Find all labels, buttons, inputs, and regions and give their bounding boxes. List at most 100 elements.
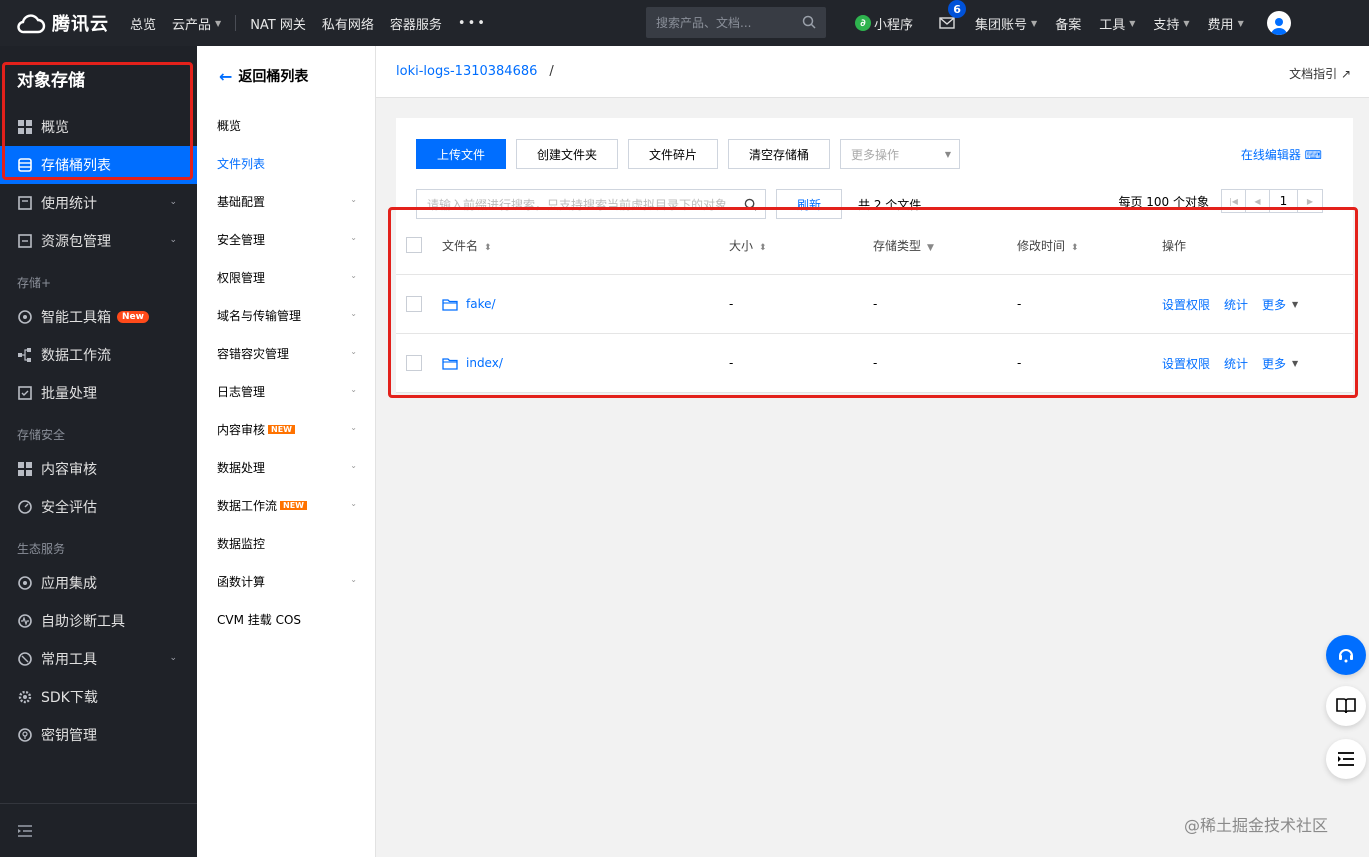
chevron-down-icon: ⌄ (169, 197, 177, 207)
subnav-item-file-list[interactable]: 文件列表 (197, 144, 375, 182)
sidebar-item-overview[interactable]: 概览 (0, 108, 197, 146)
sidebar-item-security-eval[interactable]: 安全评估 (0, 488, 197, 526)
subnav-item-content-audit[interactable]: 内容审核 NEW ⌄ (197, 410, 375, 448)
more-menu[interactable]: 更多 ▼ (1262, 355, 1298, 372)
sidebar-item-app-integration[interactable]: 应用集成 (0, 564, 197, 602)
chevron-down-icon: ⌄ (350, 423, 357, 432)
book-icon (1336, 698, 1356, 714)
nav-container[interactable]: 容器服务 (382, 14, 450, 33)
doc-guide-link[interactable]: 文档指引 ↗ (1289, 65, 1351, 82)
back-to-bucket-list[interactable]: ← 返回桶列表 (197, 46, 375, 106)
more-actions-select[interactable]: 更多操作 ▼ (840, 139, 960, 169)
subnav-item-logs[interactable]: 日志管理 ⌄ (197, 372, 375, 410)
subnav-item-cvm-mount[interactable]: CVM 挂载 COS (197, 600, 375, 638)
tools-label: 工具 (1099, 17, 1126, 33)
breadcrumb-bucket[interactable]: loki-logs-1310384686 (396, 64, 537, 79)
more-dots-icon[interactable]: ••• (450, 16, 495, 31)
page-number[interactable]: 1 (1270, 190, 1298, 212)
nav-support[interactable]: 支持 ▼ (1144, 14, 1198, 33)
subnav-item-disaster[interactable]: 容错容灾管理 ⌄ (197, 334, 375, 372)
workflow-icon (17, 347, 33, 363)
subnav-label: 数据处理 (217, 460, 266, 475)
set-permission-link[interactable]: 设置权限 (1162, 296, 1210, 313)
miniapp-link[interactable]: ∂ 小程序 (846, 14, 922, 33)
cell-size: - (729, 356, 734, 370)
integration-icon (17, 575, 33, 591)
brand-logo[interactable]: 腾讯云 (0, 0, 122, 46)
sidebar-item-label: 资源包管理 (41, 234, 111, 250)
sidebar-item-resource-packages[interactable]: 资源包管理 ⌄ (0, 222, 197, 260)
folder-link[interactable]: fake/ (442, 297, 496, 311)
subnav-item-overview[interactable]: 概览 (197, 106, 375, 144)
nav-overview[interactable]: 总览 (122, 14, 164, 33)
col-header-size[interactable]: 大小 ⬍ (729, 237, 767, 254)
toolbox-icon (17, 309, 33, 325)
more-menu[interactable]: 更多 ▼ (1262, 296, 1298, 313)
per-page-select[interactable]: 每页 100 个对象 (1118, 193, 1209, 210)
sidebar-item-label: 存储桶列表 (41, 158, 111, 174)
stats-link[interactable]: 统计 (1224, 296, 1248, 313)
first-page-icon[interactable]: |◀ (1222, 190, 1246, 212)
subnav-item-domain[interactable]: 域名与传输管理 ⌄ (197, 296, 375, 334)
subnav-item-data-workflow[interactable]: 数据工作流 NEW ⌄ (197, 486, 375, 524)
refresh-button[interactable]: 刷新 (776, 189, 842, 219)
sidebar-item-data-workflow[interactable]: 数据工作流 (0, 336, 197, 374)
chevron-down-icon: ⌄ (350, 271, 357, 280)
col-label: 文件名 (442, 238, 479, 253)
code-icon: ⌨ (1304, 148, 1322, 162)
sidebar-item-batch[interactable]: 批量处理 (0, 374, 197, 412)
col-header-name[interactable]: 文件名 ⬍ (442, 237, 492, 254)
sidebar-item-keys[interactable]: 密钥管理 (0, 716, 197, 754)
nav-vpc[interactable]: 私有网络 (314, 14, 382, 33)
prefix-search-input[interactable]: 请输入前缀进行搜索，只支持搜索当前虚拟目录下的对象 (416, 189, 766, 219)
sidebar-item-bucket-list[interactable]: 存储桶列表 (0, 146, 197, 184)
collapse-sidebar-button[interactable] (0, 803, 197, 857)
external-link-icon: ↗ (1340, 67, 1351, 81)
create-folder-button[interactable]: 创建文件夹 (516, 139, 618, 169)
user-avatar[interactable] (1266, 11, 1291, 35)
checkbox-icon (17, 385, 33, 401)
sidebar-item-label: 安全评估 (41, 500, 97, 516)
subnav-item-functions[interactable]: 函数计算 ⌄ (197, 562, 375, 600)
upload-button[interactable]: 上传文件 (416, 139, 506, 169)
row-checkbox[interactable] (406, 296, 422, 312)
subnav-label: 日志管理 (217, 384, 266, 399)
clear-bucket-button[interactable]: 清空存储桶 (728, 139, 830, 169)
subnav-item-permissions[interactable]: 权限管理 ⌄ (197, 258, 375, 296)
customer-service-button[interactable] (1326, 635, 1366, 675)
subnav-item-data-processing[interactable]: 数据处理 ⌄ (197, 448, 375, 486)
sidebar-item-content-audit[interactable]: 内容审核 (0, 450, 197, 488)
sidebar-item-diagnosis[interactable]: 自助诊断工具 (0, 602, 197, 640)
select-all-checkbox[interactable] (406, 237, 422, 253)
subnav-item-security[interactable]: 安全管理 ⌄ (197, 220, 375, 258)
col-header-modified[interactable]: 修改时间 ⬍ (1017, 237, 1079, 254)
sidebar-item-common-tools[interactable]: 常用工具 ⌄ (0, 640, 197, 678)
sidebar-item-label: 内容审核 (41, 462, 97, 478)
set-permission-link[interactable]: 设置权限 (1162, 355, 1210, 372)
nav-products[interactable]: 云产品 ▼ (164, 14, 229, 33)
feedback-list-button[interactable] (1326, 739, 1366, 779)
prev-page-icon[interactable]: ◀ (1246, 190, 1270, 212)
nav-group-account[interactable]: 集团账号 ▼ (966, 14, 1046, 33)
breadcrumb-separator: / (549, 64, 554, 79)
sidebar-item-usage-stats[interactable]: 使用统计 ⌄ (0, 184, 197, 222)
mail-button[interactable]: 6 (934, 0, 967, 46)
online-editor-link[interactable]: 在线编辑器 ⌨ (1241, 146, 1322, 163)
next-page-icon[interactable]: ▶ (1298, 190, 1322, 212)
key-icon (17, 727, 33, 743)
nav-tools[interactable]: 工具 ▼ (1090, 14, 1144, 33)
folder-link[interactable]: index/ (442, 356, 503, 370)
subnav-item-basic-config[interactable]: 基础配置 ⌄ (197, 182, 375, 220)
global-search-input[interactable]: 搜索产品、文档... (646, 7, 826, 38)
docs-button[interactable] (1326, 686, 1366, 726)
nav-nat[interactable]: NAT 网关 (242, 14, 314, 33)
nav-filing[interactable]: 备案 (1046, 14, 1090, 33)
fragments-button[interactable]: 文件碎片 (628, 139, 718, 169)
sidebar-item-smart-toolbox[interactable]: 智能工具箱 New (0, 298, 197, 336)
sidebar-item-sdk[interactable]: SDK下载 (0, 678, 197, 716)
row-checkbox[interactable] (406, 355, 422, 371)
subnav-item-monitoring[interactable]: 数据监控 (197, 524, 375, 562)
col-header-storage-type[interactable]: 存储类型 ▼ (873, 237, 934, 254)
stats-link[interactable]: 统计 (1224, 355, 1248, 372)
nav-billing[interactable]: 费用 ▼ (1199, 14, 1253, 33)
